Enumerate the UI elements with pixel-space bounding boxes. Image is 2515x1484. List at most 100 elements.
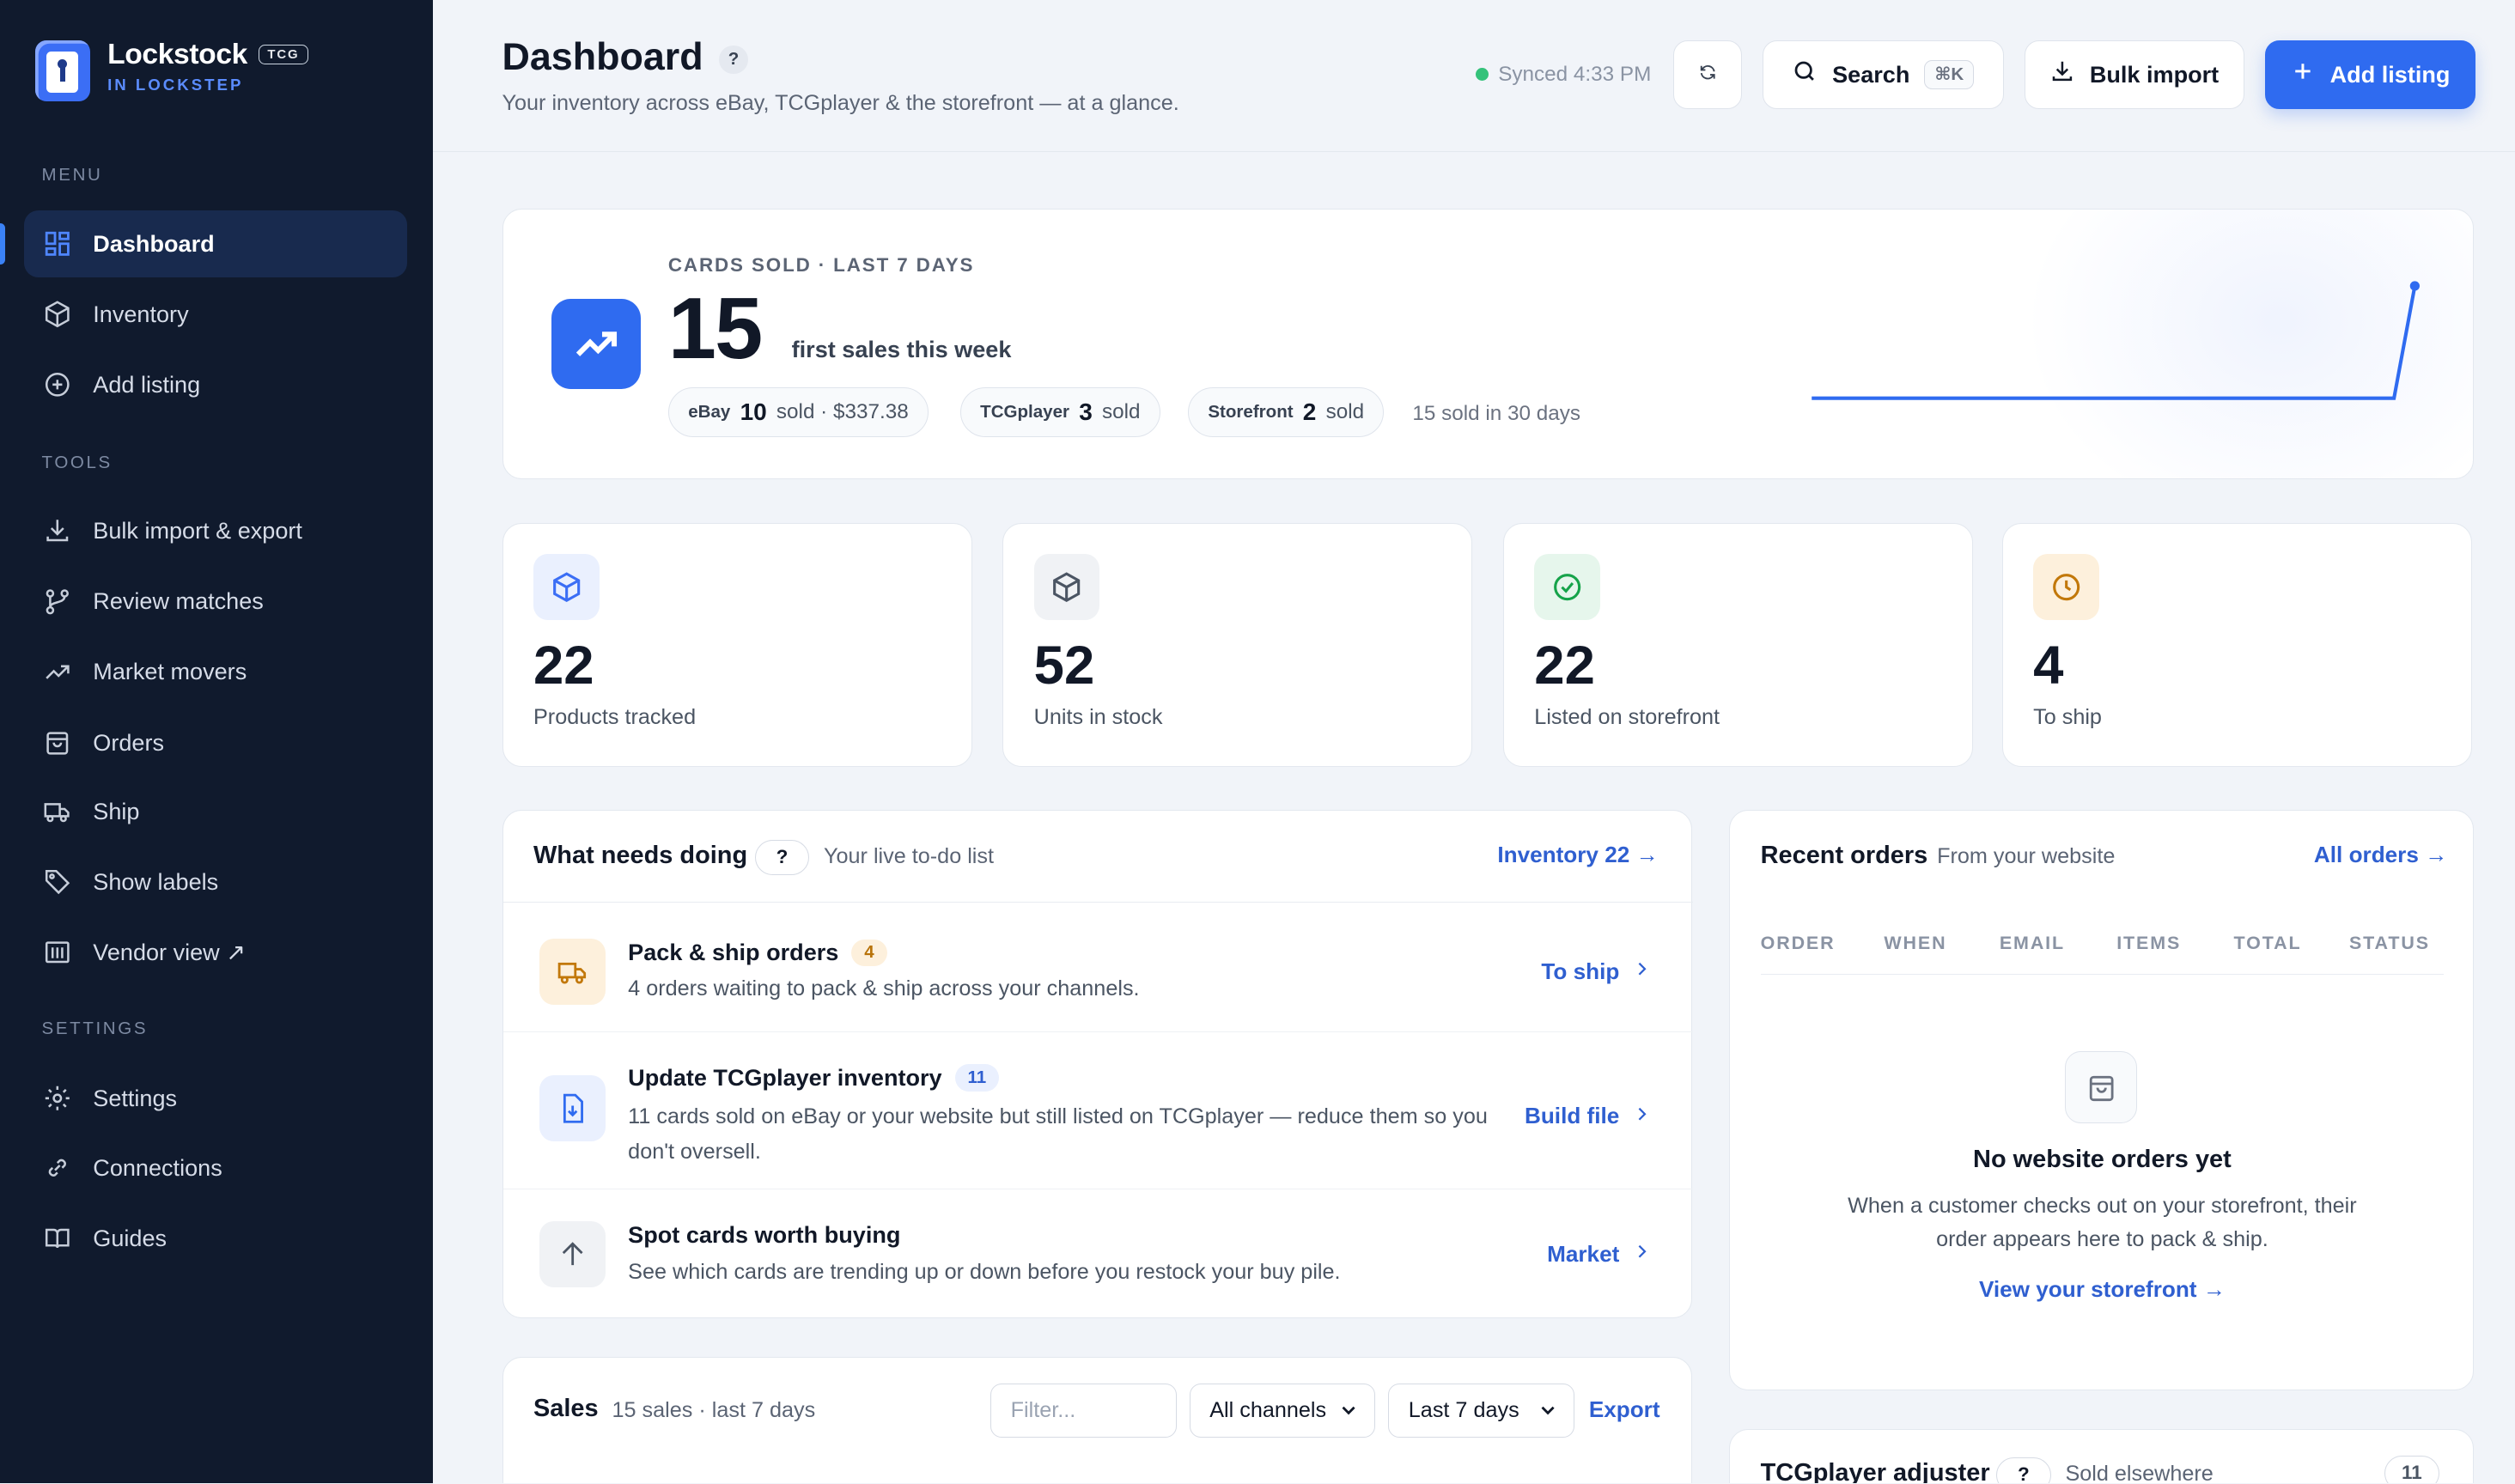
download-icon xyxy=(2049,58,2075,90)
sidebar-item-show-labels[interactable]: Show labels xyxy=(24,848,407,915)
thirty-day-total: 15 sold in 30 days xyxy=(1412,401,1580,425)
channel-select[interactable]: All channels xyxy=(1189,1383,1376,1438)
sidebar-item-vendor-view[interactable]: Vendor view ↗ xyxy=(24,919,407,986)
box-icon xyxy=(1033,554,1100,620)
date-range-value: Last 7 days xyxy=(1408,1398,1519,1422)
help-icon[interactable]: ? xyxy=(719,45,748,75)
column-header-when[interactable]: WHEN xyxy=(1884,933,1946,954)
sidebar-item-market-movers[interactable]: Market movers xyxy=(24,638,407,705)
filter-input[interactable]: Filter... xyxy=(990,1383,1177,1438)
add-listing-button[interactable]: Add listing xyxy=(2264,40,2475,109)
todo-row-pack-ship[interactable]: Pack & ship orders 4 4 orders waiting to… xyxy=(502,903,1694,1032)
channel-name: TCGplayer xyxy=(980,401,1069,422)
truck-icon xyxy=(43,797,72,826)
sales-card: Sales 15 sales · last 7 days Filter... A… xyxy=(502,1356,1693,1484)
column-header-status[interactable]: STATUS xyxy=(2349,933,2430,954)
grid-icon xyxy=(43,229,72,258)
sidebar-item-orders[interactable]: Orders xyxy=(24,709,407,775)
todo-row-spot-cards[interactable]: Spot cards worth buying See which cards … xyxy=(503,1189,1694,1319)
sidebar-item-bulk-import-export[interactable]: Bulk import & export xyxy=(24,497,407,564)
channel-pill-tcgplayer: TCGplayer 3 sold xyxy=(959,387,1160,437)
recent-orders-card: Recent orders From your website All orde… xyxy=(1729,810,2475,1391)
channel-pill-storefront: Storefront 2 sold xyxy=(1187,387,1385,437)
stat-label: Units in stock xyxy=(1033,704,1163,729)
view-storefront-link[interactable]: View your storefront → xyxy=(1730,1276,2475,1303)
arrow-up-icon xyxy=(539,1221,606,1287)
file-download-icon xyxy=(539,1075,606,1141)
hero-caption: first sales this week xyxy=(791,336,1012,363)
clock-icon xyxy=(2033,554,2099,620)
sidebar-item-review-matches[interactable]: Review matches xyxy=(24,568,407,635)
brand-name: Lockstock xyxy=(107,38,247,70)
tag-icon xyxy=(43,867,72,897)
build-file-link[interactable]: Build file xyxy=(1525,1103,1652,1129)
sidebar-item-label: Dashboard xyxy=(93,229,215,257)
action-label: Market xyxy=(1547,1240,1620,1267)
column-header-order[interactable]: ORDER xyxy=(1761,933,1836,954)
refresh-button[interactable] xyxy=(1672,40,1743,109)
market-link[interactable]: Market xyxy=(1547,1241,1652,1268)
todo-row-update-tcgplayer[interactable]: Update TCGplayer inventory 11 11 cards s… xyxy=(502,1032,1694,1189)
sales-title: Sales xyxy=(533,1394,599,1422)
channel-pill-ebay: eBay 10 sold · $337.38 xyxy=(667,387,929,437)
orders-subtitle: From your website xyxy=(1937,844,2116,869)
channel-name: eBay xyxy=(688,401,731,422)
to-ship-link[interactable]: To ship xyxy=(1541,958,1651,985)
chevron-down-icon xyxy=(1537,1399,1559,1421)
sidebar-item-label: Connections xyxy=(93,1153,222,1181)
help-icon[interactable]: ? xyxy=(1996,1457,2051,1484)
sidebar-item-label: Market movers xyxy=(93,658,247,685)
help-icon[interactable]: ? xyxy=(754,839,810,875)
git-merge-icon xyxy=(43,587,72,617)
brand[interactable]: Lockstock TCG IN LOCKSTEP xyxy=(35,39,308,101)
sidebar-item-label: Add listing xyxy=(93,371,201,398)
refresh-icon xyxy=(1698,61,1717,88)
sidebar-item-label: Bulk import & export xyxy=(93,517,302,544)
inventory-link[interactable]: Inventory 22 → xyxy=(1497,842,1658,868)
sidebar-item-connections[interactable]: Connections xyxy=(24,1134,407,1201)
column-header-items[interactable]: ITEMS xyxy=(2116,933,2181,954)
column-header-total[interactable]: TOTAL xyxy=(2234,933,2302,954)
todo-row-title-text: Spot cards worth buying xyxy=(628,1221,901,1249)
stat-label: Products tracked xyxy=(533,704,697,729)
sidebar-item-dashboard[interactable]: Dashboard xyxy=(0,210,408,278)
columns-icon xyxy=(43,938,72,967)
search-shortcut: ⌘K xyxy=(1924,59,1975,90)
sidebar-item-label: Ship xyxy=(93,797,140,824)
bag-icon xyxy=(43,728,72,757)
channel-suffix: sold xyxy=(1101,399,1141,423)
todo-subtitle: Your live to-do list xyxy=(824,844,995,869)
adjuster-subtitle: Sold elsewhere xyxy=(2065,1462,2214,1484)
sales-subtitle: 15 sales · last 7 days xyxy=(612,1397,816,1422)
sidebar-item-label: Inventory xyxy=(93,301,189,328)
topbar: Dashboard ? Your inventory across eBay, … xyxy=(433,0,2515,153)
brand-badge: TCG xyxy=(259,45,308,65)
date-range-select[interactable]: Last 7 days xyxy=(1388,1383,1574,1438)
export-button[interactable]: Export xyxy=(1589,1396,1660,1423)
todo-title: What needs doing xyxy=(533,841,748,869)
bag-icon xyxy=(2065,1051,2138,1124)
stat-value: 4 xyxy=(2033,635,2064,696)
check-circle-icon xyxy=(1534,554,1600,620)
sidebar-item-ship[interactable]: Ship xyxy=(24,778,407,845)
page-title: Dashboard ? xyxy=(502,35,748,79)
sidebar-item-settings[interactable]: Settings xyxy=(24,1065,407,1132)
truck-icon xyxy=(539,939,606,1006)
bulk-import-button[interactable]: Bulk import xyxy=(2024,40,2244,109)
sidebar-item-add-listing[interactable]: Add listing xyxy=(24,351,407,418)
brand-tagline: IN LOCKSTEP xyxy=(107,76,244,94)
todo-card: What needs doing ? Your live to-do list … xyxy=(502,810,1694,1319)
channel-count: 2 xyxy=(1302,398,1317,425)
status-dot-icon xyxy=(1476,68,1489,82)
sidebar-item-guides[interactable]: Guides xyxy=(24,1204,407,1271)
page-subtitle: Your inventory across eBay, TCGplayer & … xyxy=(502,91,1179,116)
column-header-email[interactable]: EMAIL xyxy=(2000,933,2065,954)
sidebar-item-inventory[interactable]: Inventory xyxy=(24,281,407,348)
search-button[interactable]: Search ⌘K xyxy=(1763,40,2004,109)
channel-select-value: All channels xyxy=(1209,1398,1327,1422)
stat-card-listed-on-storefront: 22 Listed on storefront xyxy=(1502,522,1973,767)
all-orders-link[interactable]: All orders → xyxy=(2314,842,2447,868)
stat-card-units-in-stock: 52 Units in stock xyxy=(1002,522,1473,767)
todo-row-desc: 11 cards sold on eBay or your website bu… xyxy=(628,1104,1488,1165)
sidebar: Lockstock TCG IN LOCKSTEP MENU Dashboard… xyxy=(0,0,434,1484)
